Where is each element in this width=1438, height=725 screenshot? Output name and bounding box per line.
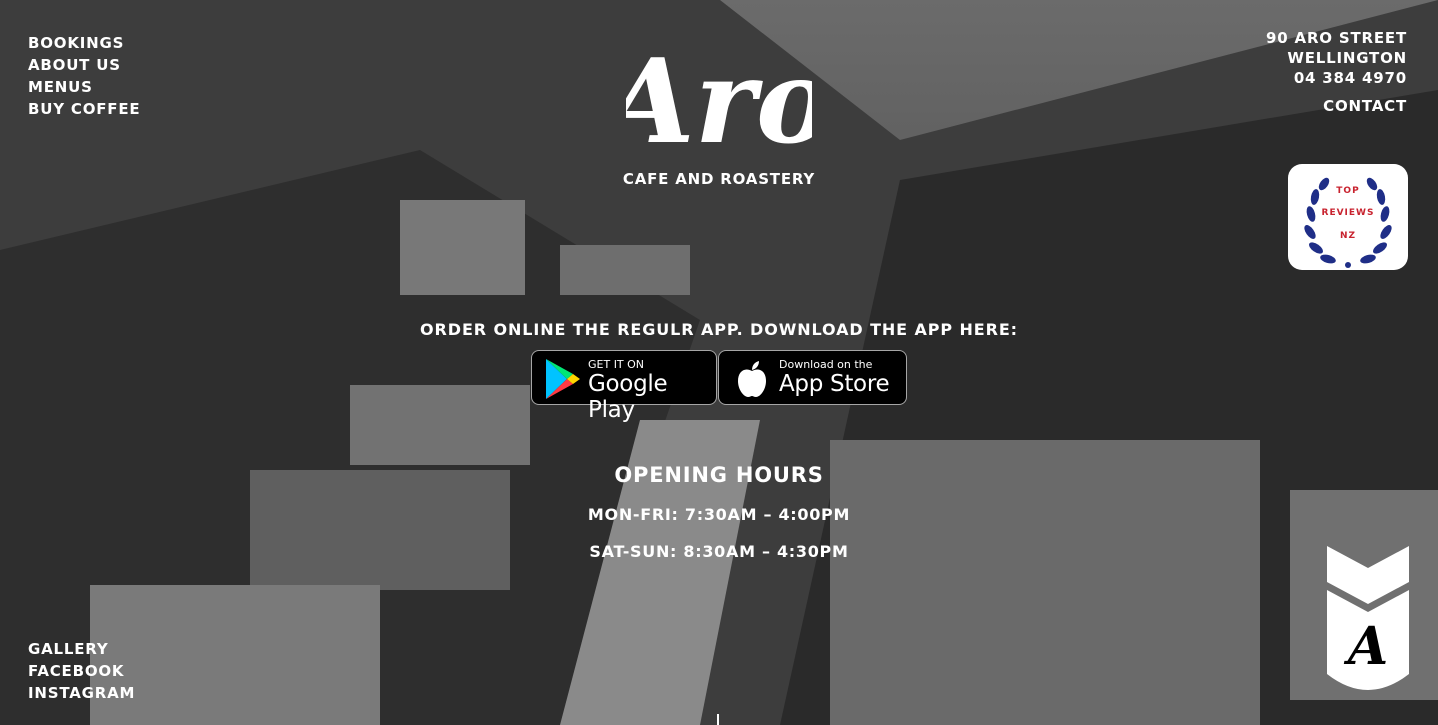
google-play-big-text: Google Play [588,371,668,423]
scroll-indicator[interactable] [717,714,719,725]
contact-link[interactable]: CONTACT [1266,96,1407,116]
badge-line-nz: NZ [1339,231,1357,241]
nav-instagram[interactable]: INSTAGRAM [28,682,135,704]
app-store-button[interactable]: Download on the App Store [718,350,907,405]
badge-line-top: TOP [1336,186,1360,196]
tagline: CAFE AND ROASTERY [622,170,816,188]
address-city: WELLINGTON [1287,49,1407,67]
google-play-button[interactable]: GET IT ON Google Play [531,350,717,423]
badge-line-reviews: REVIEWS [1321,208,1375,218]
nav-about-us[interactable]: ABOUT US [28,54,140,76]
nav-facebook[interactable]: FACEBOOK [28,660,135,682]
nav-gallery[interactable]: GALLERY [28,638,135,660]
apple-icon [738,361,766,397]
shield-monogram: A [1343,616,1388,677]
aro-logo[interactable]: Aro [626,14,812,160]
app-store-small-text: Download on the [779,358,873,371]
hours-weekend: SAT-SUN: 8:30AM – 4:30PM [589,542,849,561]
nav-bookings[interactable]: BOOKINGS [28,32,140,54]
address-block: 90 ARO STREET WELLINGTON 04 384 4970 CON… [1266,28,1407,116]
nav-buy-coffee[interactable]: BUY COFFEE [28,98,140,120]
nav-menus[interactable]: MENUS [28,76,140,98]
bottom-left-nav: GALLERY FACEBOOK INSTAGRAM [28,638,135,704]
phone-number[interactable]: 04 384 4970 [1266,68,1407,88]
top-left-nav: BOOKINGS ABOUT US MENUS BUY COFFEE [28,32,140,120]
google-play-small-text: GET IT ON [588,358,645,371]
aro-shield-icon[interactable]: A [1327,546,1409,698]
order-online-text: ORDER ONLINE THE REGULR APP. DOWNLOAD TH… [420,320,1018,339]
app-store-big-text: App Store [779,371,890,397]
address-street: 90 ARO STREET [1266,29,1407,47]
top-reviews-badge[interactable]: TOP REVIEWS NZ [1288,164,1408,270]
opening-hours-title: OPENING HOURS [614,463,824,487]
google-play-icon [546,359,580,399]
logo-text: Aro [626,34,812,160]
hours-weekday: MON-FRI: 7:30AM – 4:00PM [587,505,851,524]
